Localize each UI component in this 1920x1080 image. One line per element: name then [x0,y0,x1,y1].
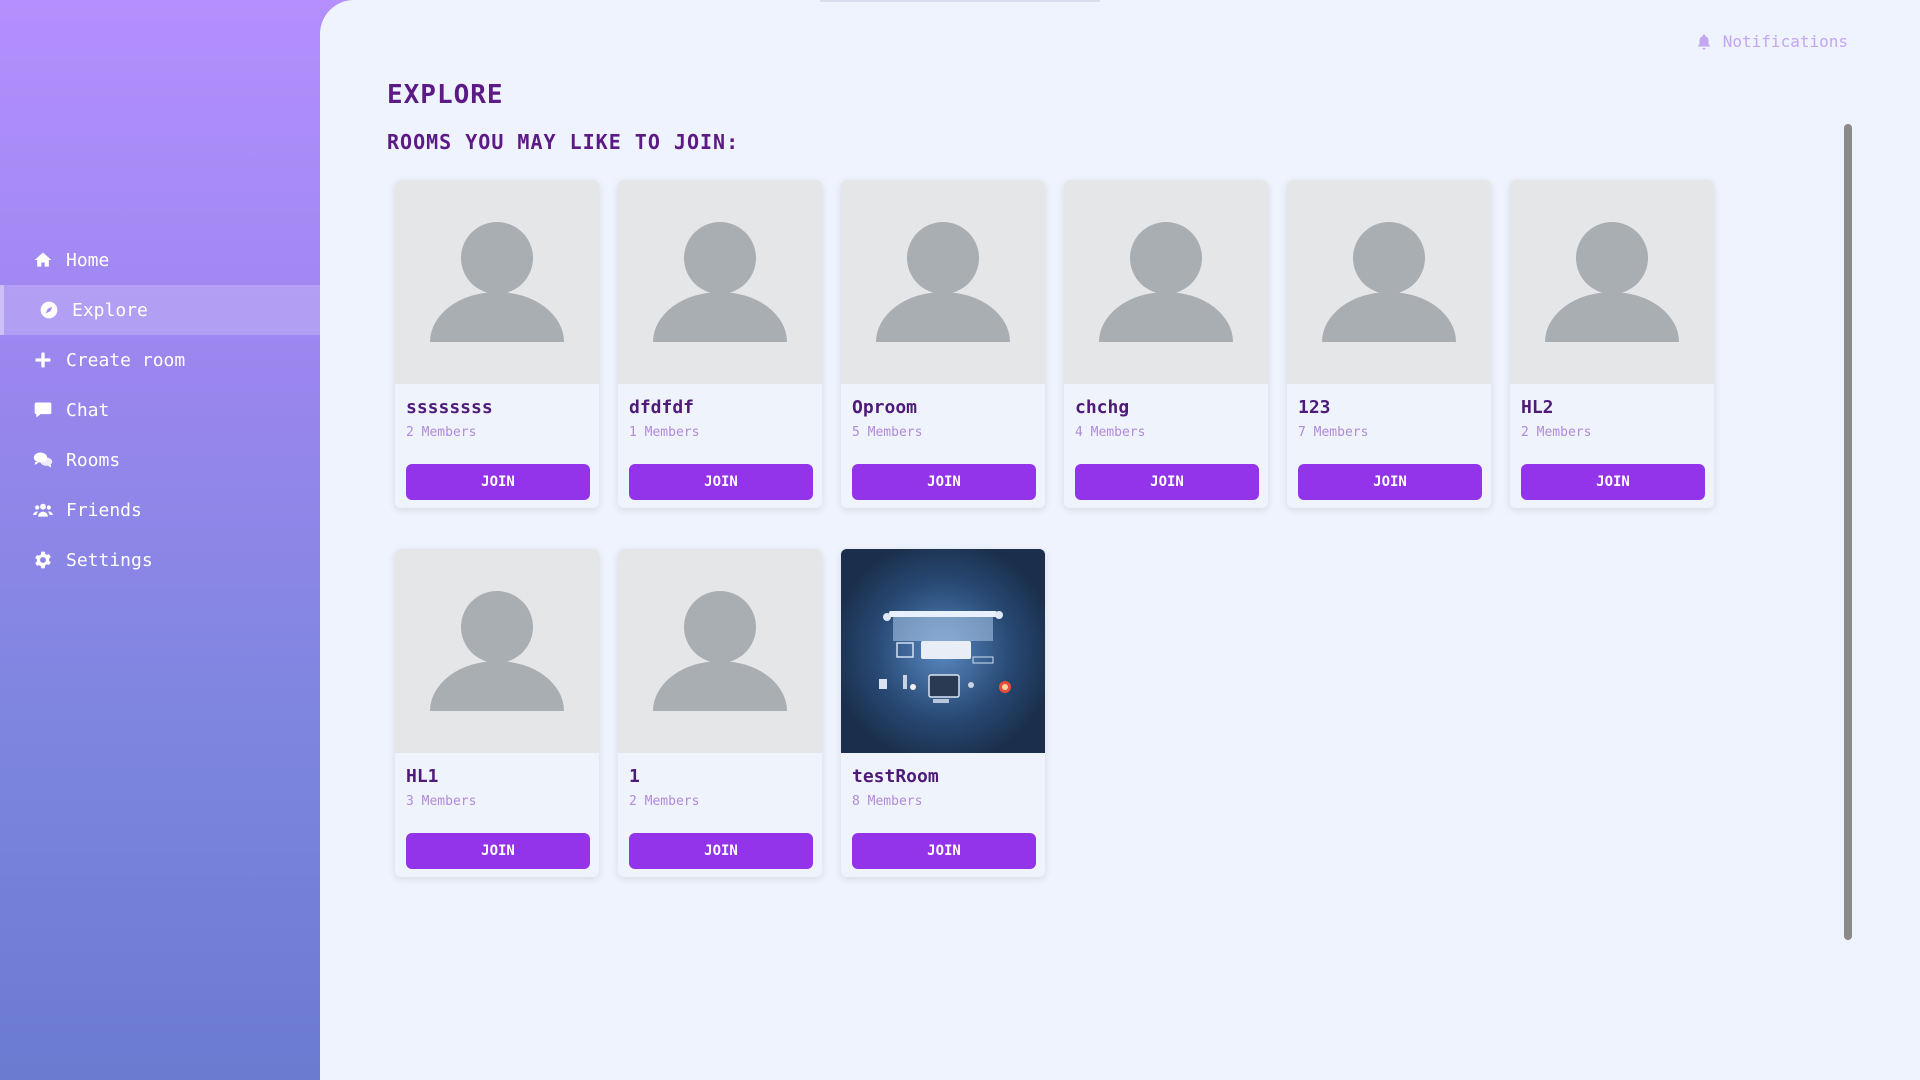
sidebar-item-label: Rooms [66,449,121,471]
avatar-placeholder-icon [618,549,822,753]
compass-icon [38,299,60,321]
room-card: ssssssss 2 Members JOIN [395,180,599,508]
room-card: HL1 3 Members JOIN [395,549,599,877]
sidebar-item-settings[interactable]: Settings [0,535,320,585]
join-button[interactable]: JOIN [629,833,813,869]
room-card: HL2 2 Members JOIN [1510,180,1714,508]
home-icon [32,249,54,271]
join-button[interactable]: JOIN [406,464,590,500]
avatar-placeholder-icon [1510,180,1714,384]
join-button[interactable]: JOIN [1298,464,1482,500]
room-name: chchg [1075,397,1130,418]
sidebar-item-label: Create room [66,349,186,371]
gear-icon [32,549,54,571]
bell-icon [1697,34,1710,49]
sidebar-item-rooms[interactable]: Rooms [0,435,320,485]
page-title: EXPLORE [387,80,504,110]
sidebar-item-home[interactable]: Home [0,235,320,285]
plus-icon [32,349,54,371]
sidebar: Home Explore Create room Chat Rooms Frie… [0,0,320,1080]
sidebar-item-explore[interactable]: Explore [0,285,320,335]
room-members: 4 Members [1075,425,1146,440]
sidebar-item-chat[interactable]: Chat [0,385,320,435]
rooms-grid: ssssssss 2 Members JOIN dfdfdf 1 Members… [395,180,1735,877]
room-card: 1 2 Members JOIN [618,549,822,877]
room-members: 5 Members [852,425,923,440]
avatar-placeholder-icon [1064,180,1268,384]
room-members: 3 Members [406,794,477,809]
room-name: 123 [1298,397,1331,418]
room-card: Oproom 5 Members JOIN [841,180,1045,508]
room-card: 123 7 Members JOIN [1287,180,1491,508]
top-tab-indicator [820,0,1100,2]
desk-illustration-icon [841,549,1045,753]
users-icon [32,499,54,521]
avatar-placeholder-icon [618,180,822,384]
room-name: ssssssss [406,397,493,418]
join-button[interactable]: JOIN [852,833,1036,869]
join-button[interactable]: JOIN [406,833,590,869]
room-members: 2 Members [629,794,700,809]
comments-icon [32,449,54,471]
sidebar-item-label: Home [66,249,110,271]
sidebar-item-friends[interactable]: Friends [0,485,320,535]
room-members: 8 Members [852,794,923,809]
room-name: Oproom [852,397,918,418]
main-content: Notifications EXPLORE ROOMS YOU MAY LIKE… [320,0,1920,1080]
join-button[interactable]: JOIN [852,464,1036,500]
section-subtitle: ROOMS YOU MAY LIKE TO JOIN: [387,130,740,154]
join-button[interactable]: JOIN [1521,464,1705,500]
sidebar-item-create-room[interactable]: Create room [0,335,320,385]
join-button[interactable]: JOIN [1075,464,1259,500]
room-name: HL2 [1521,397,1554,418]
sidebar-item-label: Explore [72,299,148,321]
room-name: dfdfdf [629,397,695,418]
scrollbar[interactable] [1844,124,1852,940]
room-members: 2 Members [1521,425,1592,440]
avatar-placeholder-icon [1287,180,1491,384]
notifications-label: Notifications [1722,32,1848,51]
notifications-button[interactable]: Notifications [1695,32,1848,51]
room-card: testRoom 8 Members JOIN [841,549,1045,877]
avatar-placeholder-icon [395,180,599,384]
room-members: 7 Members [1298,425,1369,440]
sidebar-item-label: Friends [66,499,142,521]
room-name: HL1 [406,766,439,787]
room-name: testRoom [852,766,939,787]
room-name: 1 [629,766,640,787]
join-button[interactable]: JOIN [629,464,813,500]
room-members: 2 Members [406,425,477,440]
avatar-placeholder-icon [841,180,1045,384]
room-members: 1 Members [629,425,700,440]
room-card: dfdfdf 1 Members JOIN [618,180,822,508]
avatar-placeholder-icon [395,549,599,753]
sidebar-item-label: Chat [66,399,110,421]
sidebar-item-label: Settings [66,549,153,571]
chat-icon [32,399,54,421]
room-card: chchg 4 Members JOIN [1064,180,1268,508]
sidebar-nav: Home Explore Create room Chat Rooms Frie… [0,235,320,585]
